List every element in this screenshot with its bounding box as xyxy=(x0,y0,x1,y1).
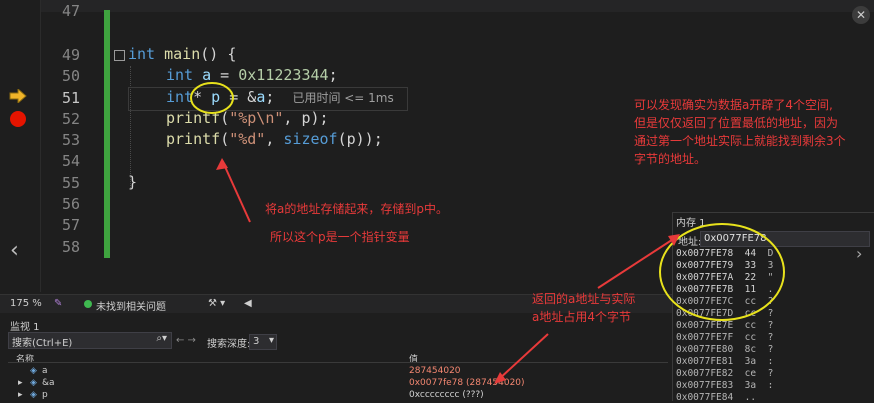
annotation-return-note: 返回的a地址与实际 a地址占用4个字节 xyxy=(532,292,636,324)
highlight-circle-p xyxy=(190,82,234,114)
arrowhead xyxy=(216,158,228,170)
annotation-memory-note: 可以发现确实为数据a开辟了4个空间, 但是仅仅返回了位置最低的地址，因为 通过第… xyxy=(634,98,846,166)
arrow-to-watch xyxy=(497,333,549,381)
annotation-pointer-var: 所以这个p是一个指针变量 xyxy=(270,230,410,244)
annotation-store-address: 将a的地址存储起来，存储到p中。 xyxy=(265,202,448,216)
arrow-to-pointer xyxy=(221,159,251,223)
arrowhead xyxy=(668,234,680,246)
highlight-circle-memory xyxy=(659,223,785,321)
arrow-to-memory xyxy=(597,235,679,289)
